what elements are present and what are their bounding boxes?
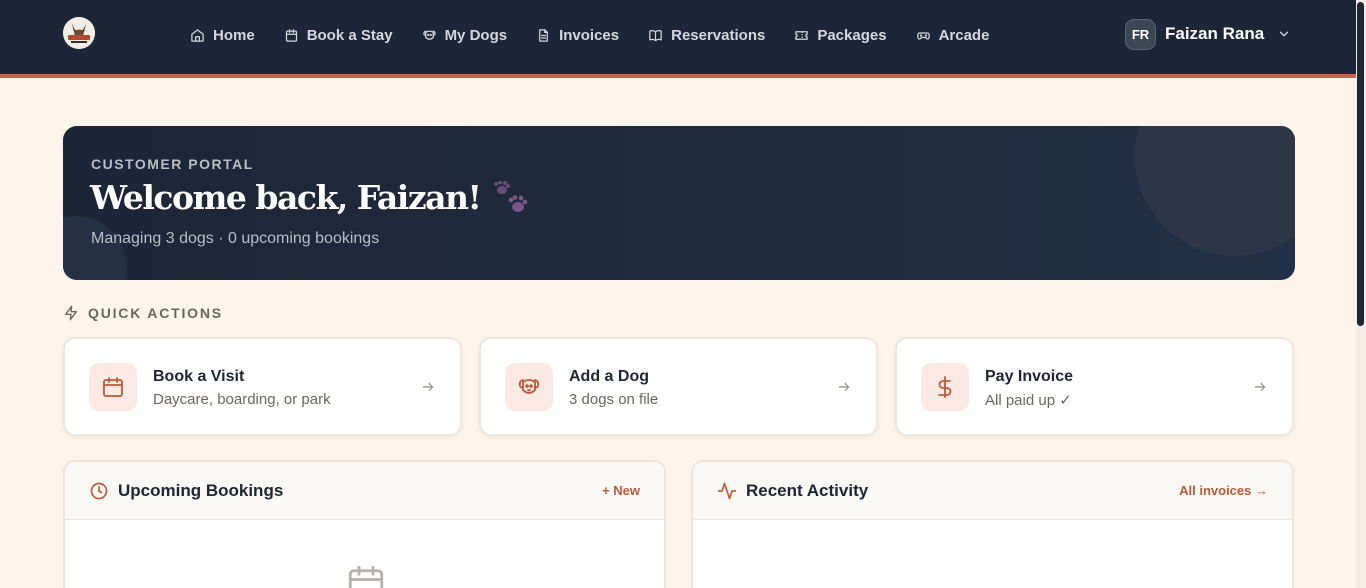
nav-reservations[interactable]: Reservations bbox=[648, 27, 765, 44]
dog-icon bbox=[518, 379, 540, 394]
nav-invoices-label: Invoices bbox=[559, 26, 620, 44]
add-a-dog-card[interactable]: Add a Dog 3 dogs on file bbox=[479, 337, 878, 436]
action-icon-wrap bbox=[921, 363, 969, 411]
nav-home[interactable]: Home bbox=[190, 27, 255, 44]
user-name: Faizan Rana bbox=[1165, 24, 1265, 43]
book-a-visit-card[interactable]: Book a Visit Daycare, boarding, or park bbox=[63, 337, 462, 436]
nav-reservations-label: Reservations bbox=[671, 26, 766, 44]
all-invoices-link[interactable]: All invoices → bbox=[1179, 483, 1268, 498]
nav-arcade-label: Arcade bbox=[938, 26, 990, 44]
calendar-icon bbox=[103, 377, 123, 397]
new-booking-link[interactable]: + New bbox=[602, 483, 640, 498]
arrow-right-icon bbox=[838, 382, 850, 392]
avatar: FR bbox=[1125, 18, 1156, 50]
empty-calendar-icon bbox=[348, 565, 384, 588]
quick-actions-label: QUICK ACTIONS bbox=[88, 305, 223, 321]
action-icon-wrap bbox=[89, 363, 137, 411]
nav-book-a-stay-label: Book a Stay bbox=[306, 26, 393, 44]
panel-title: Recent Activity bbox=[717, 481, 868, 501]
action-icon-wrap bbox=[505, 363, 553, 411]
decorative-circle bbox=[63, 216, 127, 280]
arrow-right-icon bbox=[1254, 382, 1266, 392]
nav-packages-label: Packages bbox=[817, 26, 887, 44]
ticket-icon bbox=[795, 30, 809, 40]
quick-actions-heading: QUICK ACTIONS bbox=[63, 305, 223, 321]
recent-activity-panel: Recent Activity All invoices → bbox=[691, 460, 1294, 588]
banner-eyebrow: CUSTOMER PORTAL bbox=[91, 156, 254, 172]
top-navigation-bar: Home Book a Stay My Dogs Invoices Reserv… bbox=[0, 0, 1356, 78]
recent-activity-title: Recent Activity bbox=[746, 481, 869, 500]
brand-logo[interactable] bbox=[63, 17, 95, 49]
user-menu[interactable]: FR Faizan Rana bbox=[1125, 18, 1291, 50]
panel-header: Upcoming Bookings + New bbox=[65, 462, 664, 520]
action-title: Pay Invoice bbox=[985, 368, 1074, 385]
nav-packages[interactable]: Packages bbox=[794, 26, 887, 44]
action-title: Add a Dog bbox=[569, 368, 649, 385]
nav-invoices[interactable]: Invoices bbox=[536, 27, 619, 44]
dog-icon bbox=[422, 30, 436, 40]
scrollbar-track[interactable] bbox=[1356, 0, 1366, 588]
upcoming-bookings-panel: Upcoming Bookings + New bbox=[63, 460, 666, 588]
welcome-heading: Welcome back, Faizan! bbox=[90, 178, 482, 217]
calendar-icon bbox=[285, 28, 297, 42]
nav-home-label: Home bbox=[213, 26, 255, 44]
clock-icon bbox=[90, 482, 108, 500]
document-icon bbox=[539, 28, 548, 42]
main-nav: Home Book a Stay My Dogs Invoices Reserv… bbox=[190, 0, 1018, 70]
page-title: Welcome back, Faizan! bbox=[90, 178, 530, 217]
scrollbar-thumb[interactable] bbox=[1357, 2, 1364, 326]
panel-header: Recent Activity All invoices → bbox=[693, 462, 1292, 520]
banner-subtitle: Managing 3 dogs · 0 upcoming bookings bbox=[91, 230, 380, 247]
dollar-icon bbox=[938, 376, 952, 398]
nav-book-a-stay[interactable]: Book a Stay bbox=[284, 27, 393, 44]
panel-title: Upcoming Bookings bbox=[89, 481, 283, 501]
action-subtitle: 3 dogs on file bbox=[569, 391, 659, 408]
book-icon bbox=[649, 29, 662, 41]
paw-prints-icon bbox=[494, 180, 528, 212]
lightning-icon bbox=[65, 305, 77, 321]
home-icon bbox=[191, 28, 204, 42]
nav-arcade[interactable]: Arcade bbox=[916, 26, 990, 44]
welcome-banner: CUSTOMER PORTAL Welcome back, Faizan! Ma… bbox=[63, 126, 1295, 280]
chevron-down-icon bbox=[1280, 31, 1289, 37]
upcoming-bookings-title: Upcoming Bookings bbox=[118, 481, 284, 500]
gamepad-icon bbox=[916, 31, 930, 40]
decorative-circle bbox=[1135, 126, 1295, 256]
action-title: Book a Visit bbox=[153, 368, 245, 385]
arrow-right-icon bbox=[422, 382, 434, 392]
pay-invoice-card[interactable]: Pay Invoice All paid up ✓ bbox=[895, 337, 1294, 436]
nav-my-dogs-label: My Dogs bbox=[444, 26, 508, 44]
nav-my-dogs[interactable]: My Dogs bbox=[422, 26, 508, 44]
activity-icon bbox=[717, 482, 737, 500]
action-subtitle: Daycare, boarding, or park bbox=[153, 391, 331, 408]
action-subtitle: All paid up ✓ bbox=[985, 392, 1072, 409]
